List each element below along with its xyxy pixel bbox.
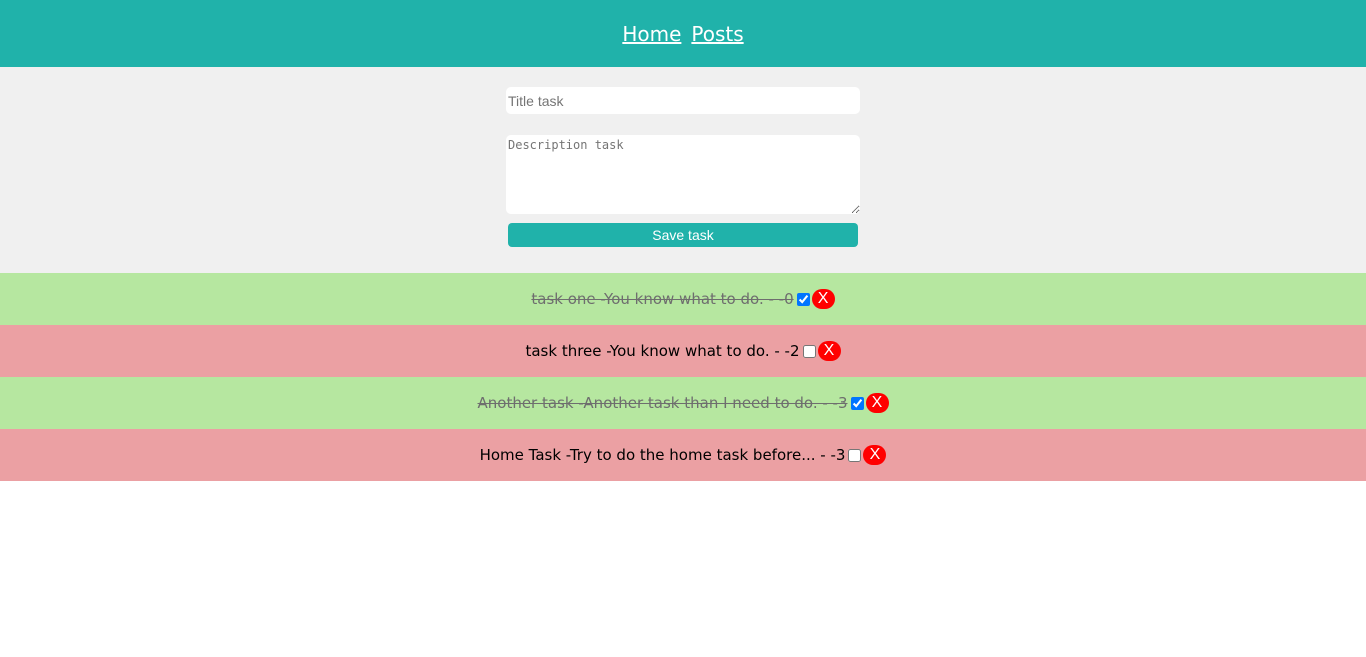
nav-link-home[interactable]: Home — [622, 22, 681, 46]
task-done-checkbox[interactable] — [848, 448, 862, 462]
delete-task-button[interactable]: X — [811, 289, 835, 309]
task-form: Save task — [0, 67, 1366, 273]
task-done-checkbox[interactable] — [796, 292, 810, 306]
task-row: Another task -Another task than I need t… — [0, 377, 1366, 429]
task-list: task one -You know what to do. - -0 X ta… — [0, 273, 1366, 481]
task-row: Home Task -Try to do the home task befor… — [0, 429, 1366, 481]
task-text: Home Task -Try to do the home task befor… — [479, 446, 846, 464]
save-task-button[interactable]: Save task — [508, 223, 858, 247]
nav-link-posts[interactable]: Posts — [691, 22, 743, 46]
task-text: task one -You know what to do. - -0 — [531, 290, 794, 308]
task-row: task three -You know what to do. - -2 X — [0, 325, 1366, 377]
top-navbar: Home Posts — [0, 0, 1366, 67]
description-task-textarea[interactable] — [506, 135, 860, 214]
task-done-checkbox[interactable] — [802, 344, 816, 358]
task-done-checkbox[interactable] — [850, 396, 864, 410]
task-row: task one -You know what to do. - -0 X — [0, 273, 1366, 325]
task-text: Another task -Another task than I need t… — [477, 394, 848, 412]
delete-task-button[interactable]: X — [863, 445, 887, 465]
task-text: task three -You know what to do. - -2 — [525, 342, 800, 360]
delete-task-button[interactable]: X — [817, 341, 841, 361]
title-task-input[interactable] — [506, 87, 860, 114]
delete-task-button[interactable]: X — [865, 393, 889, 413]
